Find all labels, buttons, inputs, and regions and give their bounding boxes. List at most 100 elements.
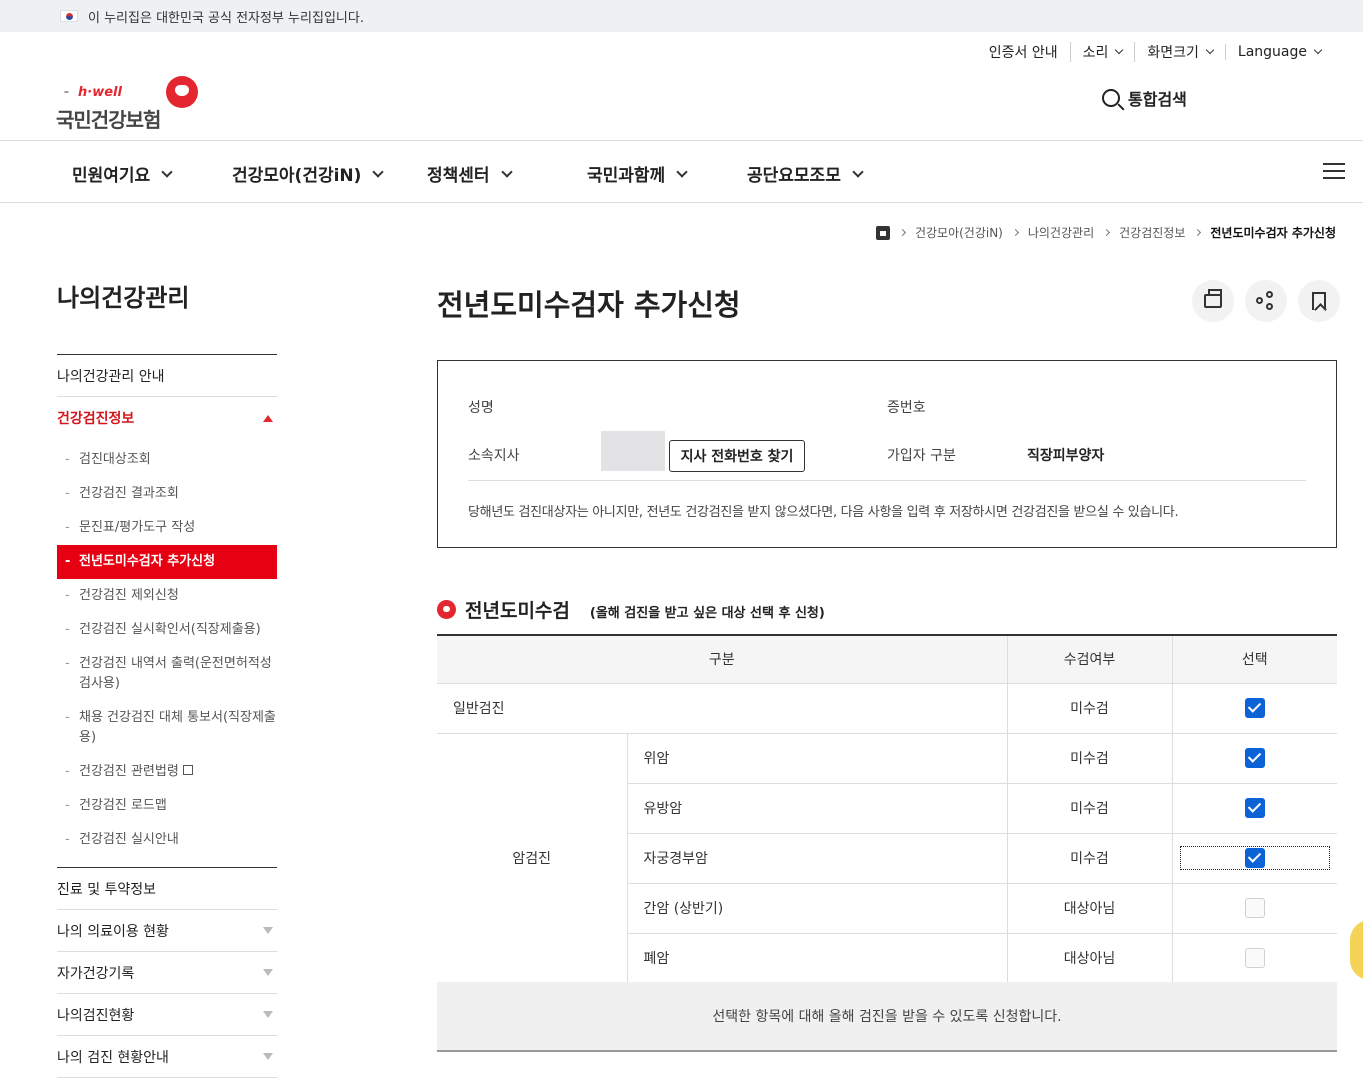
checkbox-general[interactable] (1244, 698, 1265, 718)
row-label: 위암 (626, 733, 1007, 784)
row-label: 자궁경부암 (626, 833, 1007, 884)
row-label: 유방암 (626, 783, 1007, 834)
breadcrumb-item[interactable]: 건강모아(건강iN) (915, 224, 1003, 241)
sub-item-law[interactable]: 건강검진 관련법령 (57, 755, 277, 789)
logo[interactable]: h·well 국민건강보험 (56, 76, 198, 130)
select-cell (1171, 783, 1337, 834)
branch-label: 소속지사 (468, 448, 520, 464)
side-nav-submenu: 검진대상조회 건강검진 결과조회 문진표/평가도구 작성 전년도미수검자 추가신… (57, 439, 277, 868)
checkbox-lung-disabled (1244, 948, 1265, 968)
logo-heart-icon (166, 76, 198, 108)
chevron-down-icon (852, 165, 864, 178)
header-status: 수검여부 (1006, 634, 1172, 684)
find-branch-phone-button[interactable]: 지사 전화번호 찾기 (669, 440, 805, 472)
share-button[interactable] (1245, 280, 1287, 322)
sub-item[interactable]: 건강검진 로드맵 (57, 789, 277, 823)
korea-flag-icon (60, 10, 78, 22)
section-title: 전년도미수검 (465, 600, 570, 622)
row-status: 미수검 (1006, 683, 1172, 734)
cert-number-label: 증번호 (887, 400, 926, 416)
sub-item[interactable]: 건강검진 내역서 출력(운전면허적성검사용) (57, 647, 277, 701)
utility-menu: 인증서 안내 소리 화면크기 Language (977, 42, 1333, 62)
row-label: 일반검진 (437, 683, 1007, 734)
chevron-right-icon (898, 228, 906, 237)
chevron-down-icon (1205, 45, 1215, 55)
name-label: 성명 (468, 400, 494, 416)
heart-pin-icon (437, 600, 456, 619)
gnb-item-together[interactable]: 국민과함께 (587, 161, 688, 186)
header-select: 선택 (1171, 634, 1337, 684)
triangle-down-icon (263, 927, 273, 934)
row-status: 대상아님 (1006, 933, 1172, 984)
chevron-right-icon (1103, 228, 1111, 237)
sub-item[interactable]: 검진대상조회 (57, 443, 277, 477)
breadcrumb-item[interactable]: 건강검진정보 (1119, 224, 1185, 241)
checkbox-cervical[interactable] (1244, 848, 1265, 868)
util-language[interactable]: Language (1224, 44, 1333, 60)
side-nav-section[interactable]: 나의검진현황 (57, 994, 277, 1036)
side-nav-checkup-info[interactable]: 건강검진정보 (57, 397, 277, 439)
select-cell (1171, 833, 1337, 884)
gnb-item-health-in[interactable]: 건강모아(건강iN) (232, 161, 385, 186)
row-status: 미수검 (1006, 833, 1172, 884)
select-cell (1171, 733, 1337, 784)
checkbox-breast[interactable] (1244, 798, 1265, 818)
triangle-up-icon (263, 414, 273, 422)
breadcrumb-current: 전년도미수검자 추가신청 (1210, 226, 1336, 240)
hamburger-menu-icon[interactable] (1323, 163, 1345, 179)
gnb-item-civil[interactable]: 민원여기요 (72, 161, 173, 186)
util-certificate[interactable]: 인증서 안내 (977, 42, 1070, 62)
gnb-item-policy[interactable]: 정책센터 (427, 161, 513, 186)
print-button[interactable] (1192, 280, 1234, 322)
side-nav-title: 나의건강관리 (57, 278, 277, 355)
checkup-table: 구분 수검여부 선택 일반검진 미수검 암검진 위암 미수검 유방암 미수검 자… (437, 634, 1337, 984)
logo-sub: h·well (56, 76, 160, 110)
share-icon (1256, 291, 1275, 310)
sub-item[interactable]: 채용 건강검진 대체 통보서(직장제출용) (57, 701, 277, 755)
member-type-value: 직장피부양자 (1027, 448, 1105, 464)
integrated-search-button[interactable]: 통합검색 (1102, 86, 1187, 110)
sub-item[interactable]: 건강검진 실시안내 (57, 823, 277, 857)
chevron-down-icon (1313, 45, 1323, 55)
row-status: 미수검 (1006, 783, 1172, 834)
sub-item-active[interactable]: 전년도미수검자 추가신청 (57, 545, 277, 579)
gnb-item-corp[interactable]: 공단요모조모 (747, 161, 864, 186)
util-screen-size[interactable]: 화면크기 (1134, 42, 1225, 62)
info-note: 당해년도 검진대상자는 아니지만, 전년도 건강검진을 받지 않으셨다면, 다음… (468, 505, 1179, 520)
side-nav-section[interactable]: 나의 의료이용 현황 (57, 910, 277, 952)
search-icon (1102, 89, 1120, 107)
select-cell (1171, 683, 1337, 734)
page-title: 전년도미수검자 추가신청 (437, 288, 741, 322)
triangle-down-icon (263, 969, 273, 976)
bookmark-icon (1312, 292, 1326, 310)
side-nav-section[interactable]: 나의 검진 현황안내 (57, 1036, 277, 1078)
bookmark-button[interactable] (1298, 280, 1340, 322)
chevron-down-icon (500, 165, 513, 178)
side-nav: 나의건강관리 나의건강관리 안내 건강검진정보 검진대상조회 건강검진 결과조회… (57, 278, 277, 1078)
divider (468, 480, 1306, 481)
print-icon (1204, 289, 1222, 308)
side-nav-section[interactable]: 자가건강기록 (57, 952, 277, 994)
checkbox-stomach[interactable] (1244, 748, 1265, 768)
util-sound[interactable]: 소리 (1069, 42, 1135, 62)
table-row: 일반검진 미수검 (437, 683, 1337, 734)
focus-outline (1179, 846, 1330, 870)
floating-widget[interactable] (1350, 920, 1363, 980)
sub-item[interactable]: 문진표/평가도구 작성 (57, 511, 277, 545)
chevron-down-icon (161, 165, 173, 178)
sub-item[interactable]: 건강검진 제외신청 (57, 579, 277, 613)
branch-value (601, 431, 665, 471)
side-nav-intro[interactable]: 나의건강관리 안내 (57, 355, 277, 397)
sub-item[interactable]: 건강검진 실시확인서(직장제출용) (57, 613, 277, 647)
search-label: 통합검색 (1128, 90, 1187, 109)
global-nav: 민원여기요 건강모아(건강iN) 정책센터 국민과함께 공단요모조모 (0, 140, 1363, 203)
breadcrumb-item[interactable]: 나의건강관리 (1028, 224, 1094, 241)
chevron-down-icon (1115, 45, 1124, 55)
home-icon[interactable] (875, 225, 890, 240)
sub-item[interactable]: 건강검진 결과조회 (57, 477, 277, 511)
gov-banner: 이 누리집은 대한민국 공식 전자정부 누리집입니다. (0, 0, 1363, 32)
row-status: 미수검 (1006, 733, 1172, 784)
page-tools (1192, 280, 1340, 322)
side-nav-section[interactable]: 진료 및 투약정보 (57, 868, 277, 910)
section-subtitle: (올해 검진을 받고 싶은 대상 선택 후 신청) (589, 606, 825, 621)
